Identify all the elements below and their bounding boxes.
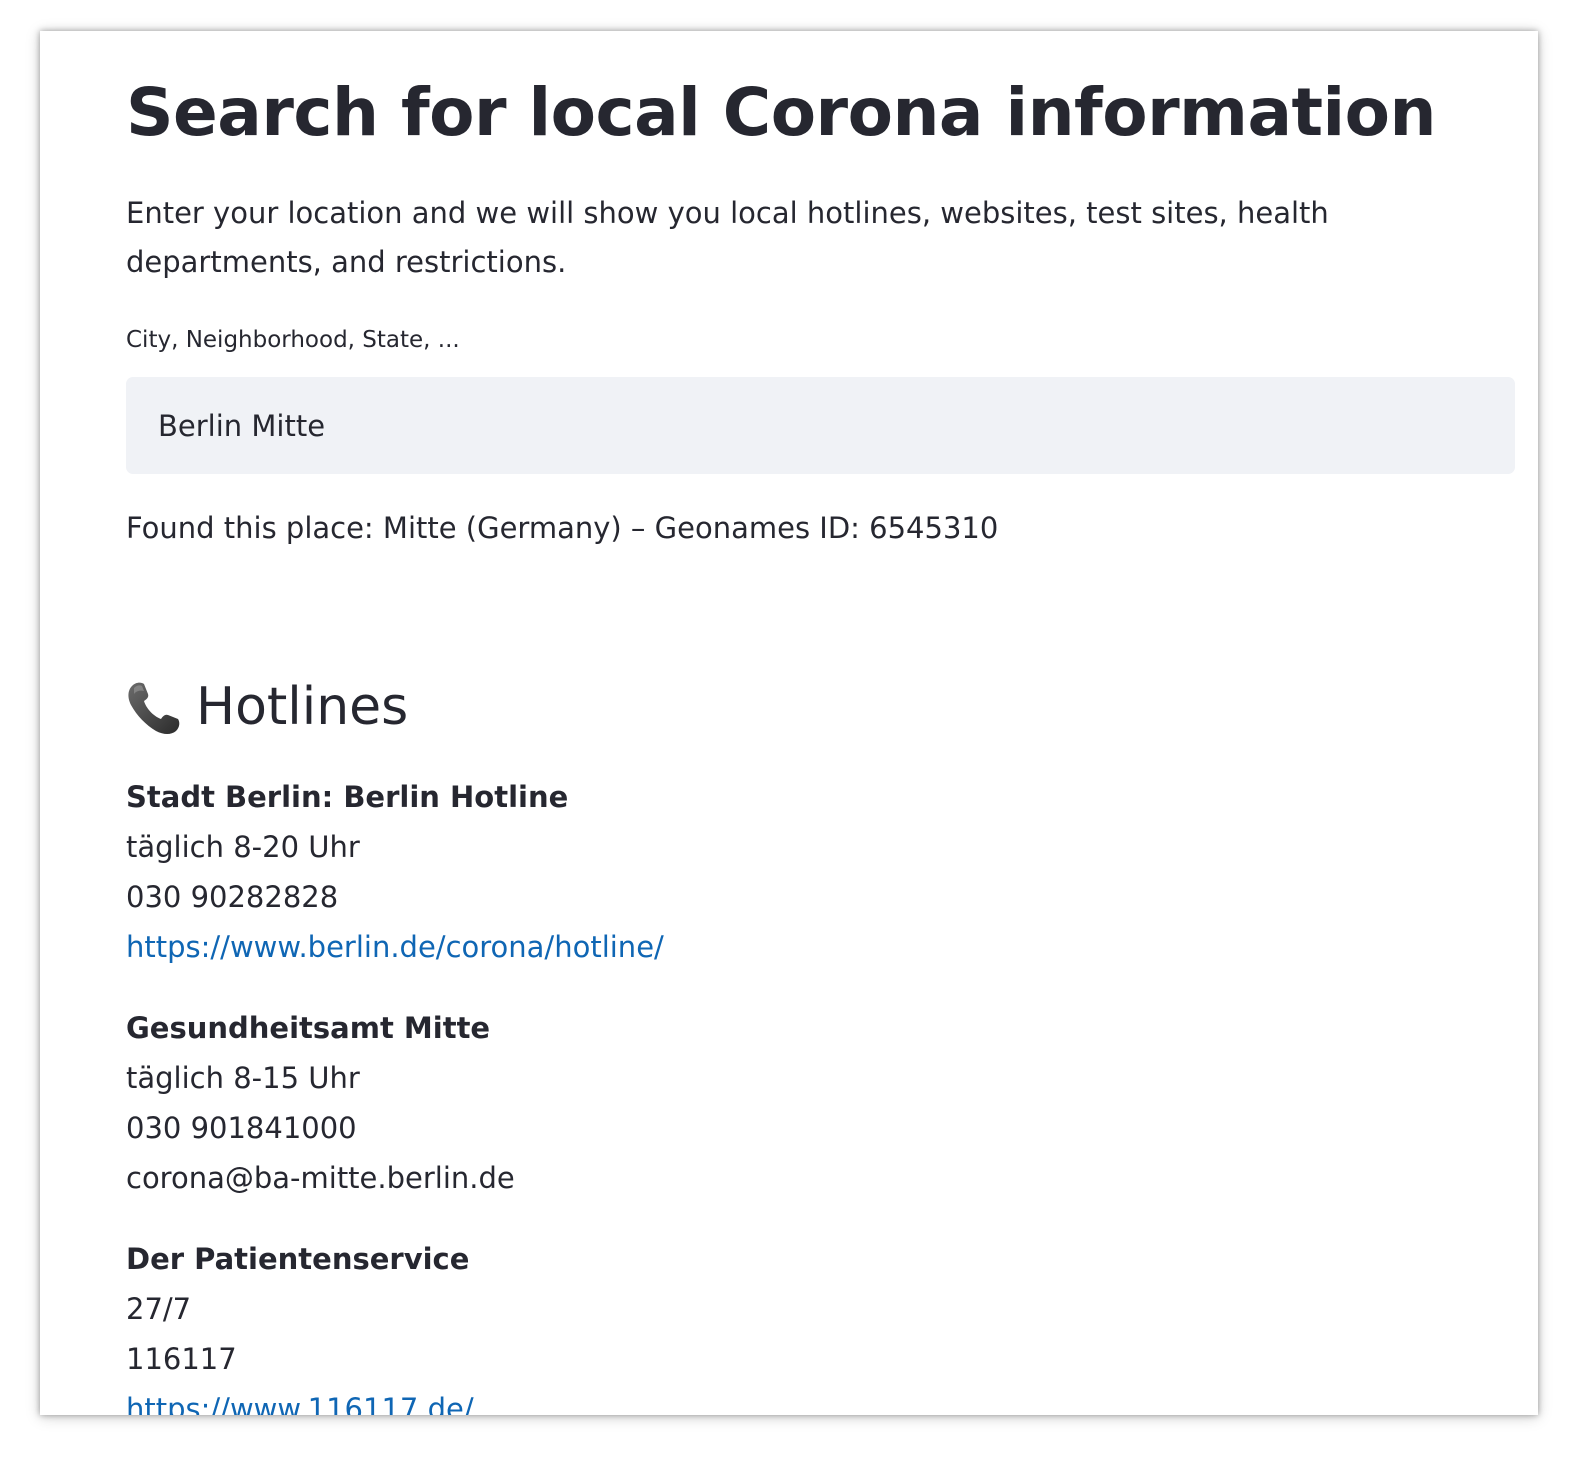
hotline-hours: täglich 8-15 Uhr: [126, 1061, 360, 1095]
search-label: City, Neighborhood, State, ...: [126, 327, 460, 353]
hotlines-heading-label: Hotlines: [196, 677, 409, 737]
hotline-entry: Stadt Berlin: Berlin Hotline täglich 8-2…: [126, 772, 1516, 972]
hotline-phone: 030 90282828: [126, 880, 339, 914]
hotline-phone: 030 901841000: [126, 1111, 357, 1145]
hotline-website-link[interactable]: https://www.berlin.de/corona/hotline/: [126, 922, 1516, 972]
hotline-name: Stadt Berlin: Berlin Hotline: [126, 780, 569, 814]
hotlines-heading: Hotlines: [126, 677, 408, 737]
hotline-phone: 116117: [126, 1342, 237, 1376]
hotline-entry: Der Patientenservice 27/7 116117 https:/…: [126, 1234, 1516, 1415]
hotline-name: Gesundheitsamt Mitte: [126, 1011, 491, 1045]
hotline-email: corona@ba-mitte.berlin.de: [126, 1161, 515, 1195]
intro-text: Enter your location and we will show you…: [126, 196, 1329, 279]
app-window: Search for local Corona information Ente…: [40, 31, 1538, 1415]
page-title: Search for local Corona information: [126, 74, 1436, 151]
hotline-website-link[interactable]: https://www.116117.de/: [126, 1384, 1516, 1415]
hotline-entry: Gesundheitsamt Mitte täglich 8-15 Uhr 03…: [126, 1003, 1516, 1203]
telephone-receiver-icon: [126, 678, 184, 736]
hotline-hours: 27/7: [126, 1292, 192, 1326]
hotline-hours: täglich 8-20 Uhr: [126, 830, 360, 864]
hotline-name: Der Patientenservice: [126, 1242, 470, 1276]
location-search-input[interactable]: [126, 377, 1515, 474]
found-place-text: Found this place: Mitte (Germany) – Geon…: [126, 511, 999, 545]
